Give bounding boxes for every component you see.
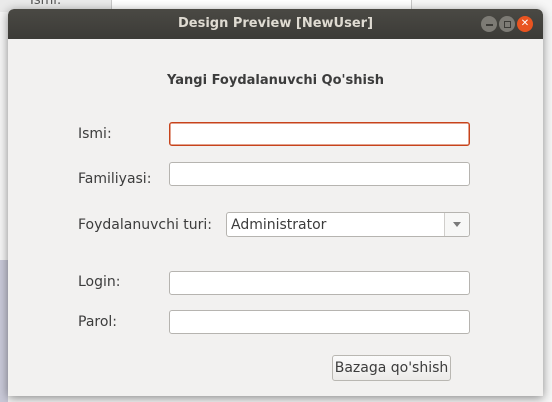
user-type-select[interactable]: Administrator <box>226 212 470 237</box>
login-label: Login: <box>78 274 121 290</box>
form-heading: Yangi Foydalanuvchi Qo'shish <box>167 73 384 88</box>
window-title: Design Preview [NewUser] <box>177 16 374 31</box>
close-button[interactable]: ✕ <box>517 16 533 32</box>
titlebar[interactable]: Design Preview [NewUser] ✕ <box>8 9 543 39</box>
user-type-dropdown-button[interactable] <box>444 213 469 236</box>
last-name-label: Familiyasi: <box>78 171 152 187</box>
first-name-field[interactable] <box>169 122 470 146</box>
first-name-label: Ismi: <box>78 126 112 142</box>
password-field[interactable] <box>169 310 470 334</box>
new-user-dialog: Design Preview [NewUser] ✕ Yangi Foydala… <box>8 9 543 396</box>
login-field[interactable] <box>169 271 470 295</box>
add-to-database-button[interactable]: Bazaga qo'shish <box>332 355 451 381</box>
minimize-button[interactable] <box>481 16 497 32</box>
maximize-button[interactable] <box>499 16 515 32</box>
background-side-strip <box>0 260 8 402</box>
password-label: Parol: <box>78 314 118 330</box>
user-type-selected-value: Administrator <box>231 216 327 233</box>
background-field-label: Ismi: <box>30 0 62 8</box>
last-name-field[interactable] <box>169 162 470 186</box>
minimize-icon <box>485 24 493 26</box>
close-icon: ✕ <box>520 18 530 29</box>
user-type-label: Foydalanuvchi turi: <box>78 217 213 233</box>
maximize-icon <box>503 20 511 28</box>
chevron-down-icon <box>453 222 461 227</box>
